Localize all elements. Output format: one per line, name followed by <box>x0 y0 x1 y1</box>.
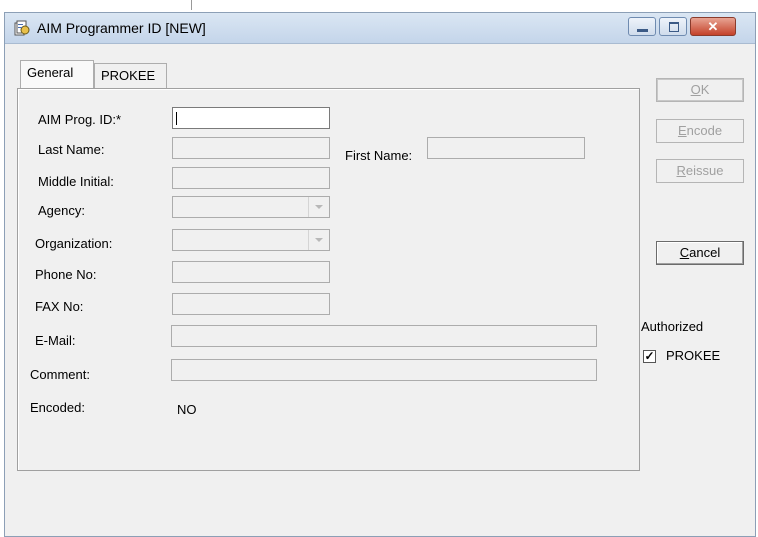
encode-button[interactable]: Encode <box>656 119 744 143</box>
first-name-input[interactable] <box>427 137 585 159</box>
first-name-label: First Name: <box>345 148 413 163</box>
fax-input[interactable] <box>172 293 330 315</box>
cancel-button[interactable]: Cancel <box>656 241 744 265</box>
reissue-label-rest: eissue <box>685 163 724 178</box>
ok-label-rest: K <box>700 82 710 97</box>
agency-label: Agency: <box>38 203 85 218</box>
maximize-button[interactable] <box>659 17 687 36</box>
organization-label: Organization: <box>35 236 113 251</box>
reissue-button[interactable]: Reissue <box>656 159 744 183</box>
encode-mnemonic: E <box>677 123 687 138</box>
checkmark-icon: ✓ <box>644 349 655 363</box>
tab-prokee[interactable]: PROKEE <box>94 63 167 88</box>
maximize-icon <box>669 22 679 32</box>
title-bar[interactable]: AIM Programmer ID [NEW] ✕ <box>5 13 755 44</box>
middle-initial-input[interactable] <box>172 167 330 189</box>
comment-label: Comment: <box>30 367 90 382</box>
email-label: E-Mail: <box>35 333 76 348</box>
phone-input[interactable] <box>172 261 330 283</box>
reissue-mnemonic: R <box>676 163 686 178</box>
last-name-label: Last Name: <box>38 142 105 157</box>
phone-label: Phone No: <box>35 267 97 282</box>
aim-prog-id-input[interactable] <box>172 107 330 129</box>
ok-button[interactable]: OK <box>656 78 744 102</box>
window-title: AIM Programmer ID [NEW] <box>37 20 206 36</box>
authorized-label: Authorized <box>641 319 704 334</box>
close-icon: ✕ <box>707 19 719 34</box>
chevron-down-icon[interactable] <box>308 230 329 250</box>
prokee-checkbox[interactable]: ✓ <box>643 350 656 363</box>
prokee-checkbox-label[interactable]: PROKEE <box>666 348 720 363</box>
text-caret <box>176 112 177 125</box>
background-divider <box>191 0 192 10</box>
comment-input[interactable] <box>171 359 597 381</box>
middle-initial-label: Middle Initial: <box>38 174 114 189</box>
minimize-icon <box>637 29 648 32</box>
last-name-input[interactable] <box>172 137 330 159</box>
email-input[interactable] <box>171 325 597 347</box>
dialog-window: AIM Programmer ID [NEW] ✕ General PROKEE… <box>4 12 756 537</box>
close-button[interactable]: ✕ <box>690 17 736 36</box>
minimize-button[interactable] <box>628 17 656 36</box>
aim-prog-id-label: AIM Prog. ID:* <box>38 112 122 127</box>
agency-select[interactable] <box>172 196 330 218</box>
fax-label: FAX No: <box>35 299 84 314</box>
encode-label-rest: ncode <box>686 123 723 138</box>
chevron-down-icon[interactable] <box>308 197 329 217</box>
cancel-mnemonic: C <box>679 245 690 260</box>
ok-mnemonic: O <box>690 82 701 97</box>
encoded-value: NO <box>177 402 197 417</box>
organization-select[interactable] <box>172 229 330 251</box>
cancel-label-rest: ancel <box>689 245 721 260</box>
app-document-icon <box>14 20 30 36</box>
tab-general[interactable]: General <box>20 60 94 88</box>
encoded-label: Encoded: <box>30 400 85 415</box>
